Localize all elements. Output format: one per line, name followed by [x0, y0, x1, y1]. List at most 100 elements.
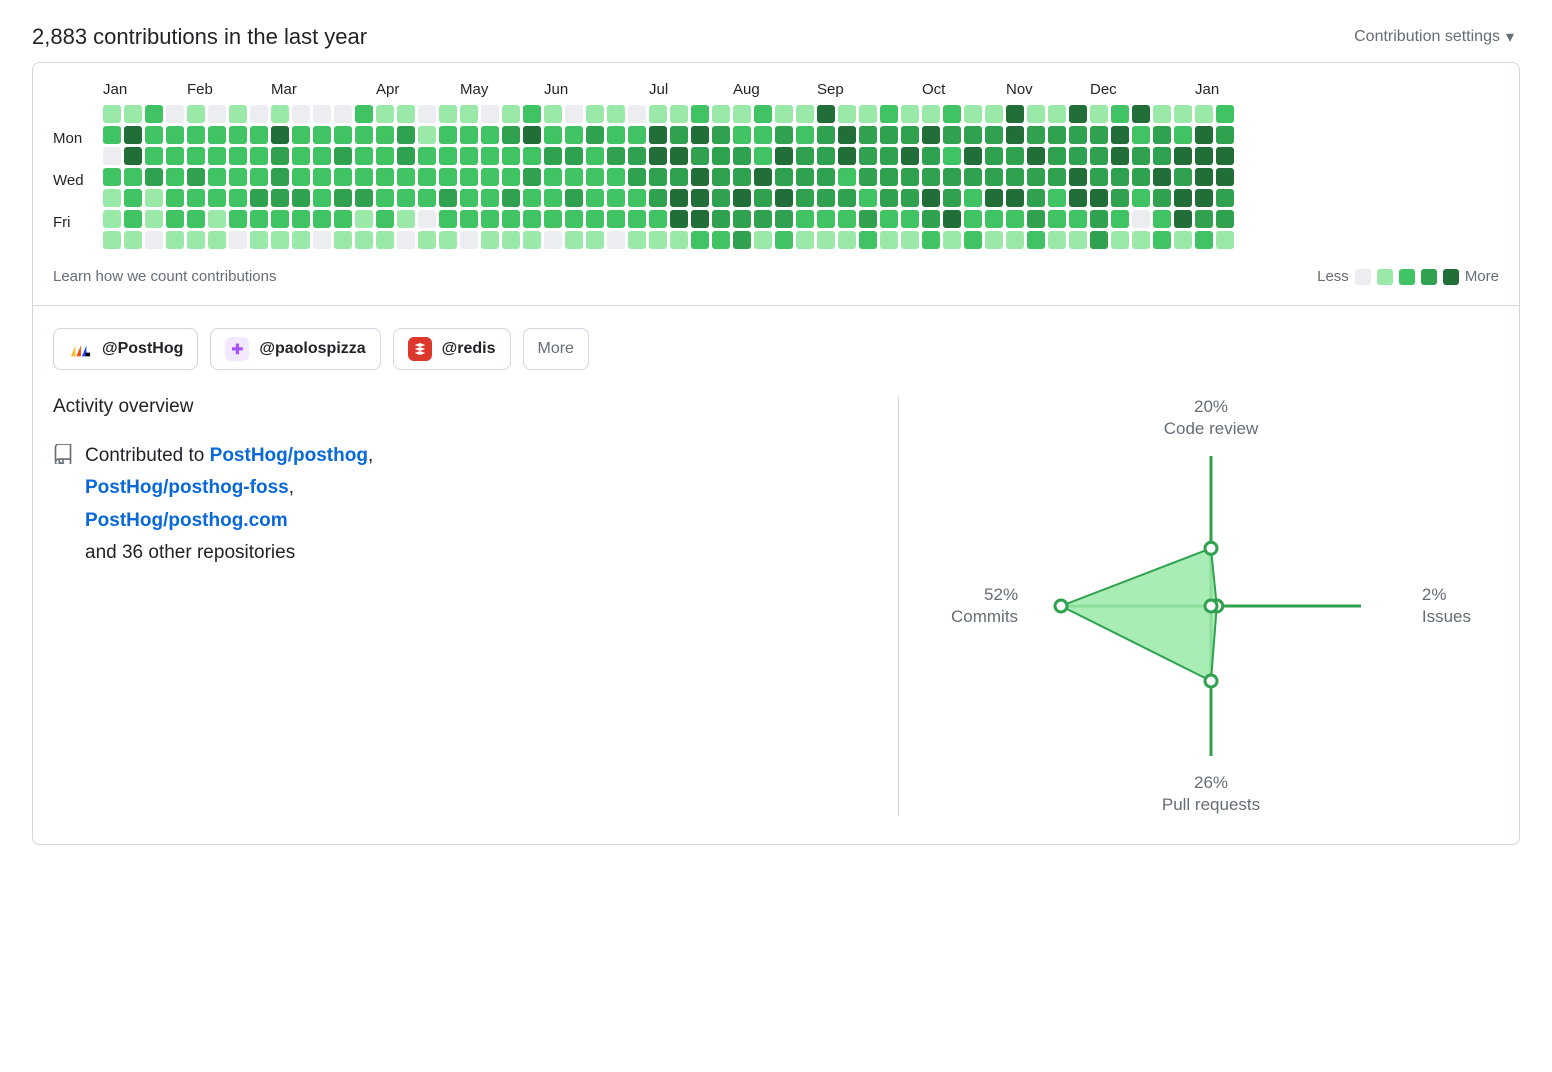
- contribution-cell[interactable]: [670, 147, 688, 165]
- contribution-cell[interactable]: [1048, 147, 1066, 165]
- contribution-cell[interactable]: [817, 126, 835, 144]
- contribution-cell[interactable]: [670, 189, 688, 207]
- contribution-cell[interactable]: [733, 105, 751, 123]
- contribution-cell[interactable]: [103, 189, 121, 207]
- contribution-cell[interactable]: [586, 126, 604, 144]
- contribution-cell[interactable]: [397, 210, 415, 228]
- contribution-cell[interactable]: [838, 210, 856, 228]
- contribution-cell[interactable]: [964, 147, 982, 165]
- contribution-cell[interactable]: [1090, 147, 1108, 165]
- contribution-cell[interactable]: [187, 168, 205, 186]
- contribution-cell[interactable]: [502, 105, 520, 123]
- contribution-cell[interactable]: [775, 189, 793, 207]
- contribution-cell[interactable]: [187, 210, 205, 228]
- contribution-cell[interactable]: [922, 168, 940, 186]
- contribution-cell[interactable]: [460, 168, 478, 186]
- contribution-cell[interactable]: [1195, 210, 1213, 228]
- contribution-cell[interactable]: [250, 189, 268, 207]
- contribution-cell[interactable]: [397, 147, 415, 165]
- contribution-cell[interactable]: [943, 189, 961, 207]
- contribution-cell[interactable]: [481, 168, 499, 186]
- contribution-cell[interactable]: [208, 210, 226, 228]
- contribution-cell[interactable]: [229, 147, 247, 165]
- contribution-cell[interactable]: [334, 126, 352, 144]
- contribution-cell[interactable]: [691, 210, 709, 228]
- contribution-cell[interactable]: [817, 189, 835, 207]
- contribution-cell[interactable]: [796, 105, 814, 123]
- contribution-cell[interactable]: [460, 210, 478, 228]
- repo-link[interactable]: PostHog/posthog.com: [85, 510, 288, 531]
- contribution-cell[interactable]: [1132, 105, 1150, 123]
- contribution-cell[interactable]: [901, 105, 919, 123]
- contribution-cell[interactable]: [481, 147, 499, 165]
- contribution-cell[interactable]: [1132, 189, 1150, 207]
- contribution-cell[interactable]: [733, 126, 751, 144]
- contribution-cell[interactable]: [649, 231, 667, 249]
- contribution-cell[interactable]: [880, 210, 898, 228]
- contribution-cell[interactable]: [187, 126, 205, 144]
- contribution-cell[interactable]: [418, 168, 436, 186]
- contribution-cell[interactable]: [166, 168, 184, 186]
- contribution-cell[interactable]: [775, 231, 793, 249]
- contribution-cell[interactable]: [376, 189, 394, 207]
- contribution-cell[interactable]: [565, 210, 583, 228]
- contribution-cell[interactable]: [985, 126, 1003, 144]
- contribution-cell[interactable]: [124, 147, 142, 165]
- contribution-cell[interactable]: [376, 210, 394, 228]
- contribution-cell[interactable]: [145, 168, 163, 186]
- contribution-cell[interactable]: [733, 168, 751, 186]
- contribution-cell[interactable]: [313, 147, 331, 165]
- contribution-cell[interactable]: [187, 105, 205, 123]
- contribution-cell[interactable]: [439, 147, 457, 165]
- contribution-cell[interactable]: [103, 126, 121, 144]
- contribution-cell[interactable]: [1174, 126, 1192, 144]
- contribution-cell[interactable]: [1111, 105, 1129, 123]
- contribution-cell[interactable]: [901, 189, 919, 207]
- contribution-cell[interactable]: [124, 105, 142, 123]
- contribution-cell[interactable]: [985, 105, 1003, 123]
- contribution-cell[interactable]: [124, 231, 142, 249]
- contribution-cell[interactable]: [1153, 210, 1171, 228]
- contribution-cell[interactable]: [880, 168, 898, 186]
- contribution-cell[interactable]: [544, 210, 562, 228]
- contribution-cell[interactable]: [1111, 210, 1129, 228]
- contribution-cell[interactable]: [1216, 126, 1234, 144]
- contribution-cell[interactable]: [103, 210, 121, 228]
- contribution-cell[interactable]: [754, 168, 772, 186]
- contribution-cell[interactable]: [502, 168, 520, 186]
- contribution-cell[interactable]: [964, 126, 982, 144]
- contribution-cell[interactable]: [712, 168, 730, 186]
- contribution-cell[interactable]: [271, 168, 289, 186]
- contribution-cell[interactable]: [208, 231, 226, 249]
- contribution-cell[interactable]: [796, 210, 814, 228]
- contribution-cell[interactable]: [628, 210, 646, 228]
- learn-contributions-link[interactable]: Learn how we count contributions: [53, 268, 276, 285]
- contribution-cell[interactable]: [1153, 105, 1171, 123]
- contribution-cell[interactable]: [796, 126, 814, 144]
- contribution-cell[interactable]: [355, 168, 373, 186]
- contribution-cell[interactable]: [292, 210, 310, 228]
- contribution-cell[interactable]: [355, 231, 373, 249]
- contribution-cell[interactable]: [859, 231, 877, 249]
- contribution-cell[interactable]: [838, 231, 856, 249]
- contribution-cell[interactable]: [1090, 126, 1108, 144]
- contribution-cell[interactable]: [292, 168, 310, 186]
- contribution-cell[interactable]: [1153, 189, 1171, 207]
- contribution-cell[interactable]: [670, 126, 688, 144]
- contribution-cell[interactable]: [649, 126, 667, 144]
- contribution-cell[interactable]: [271, 126, 289, 144]
- contribution-cell[interactable]: [922, 189, 940, 207]
- contribution-cell[interactable]: [439, 231, 457, 249]
- contribution-cell[interactable]: [145, 189, 163, 207]
- contribution-cell[interactable]: [796, 189, 814, 207]
- contribution-cell[interactable]: [1195, 147, 1213, 165]
- contribution-cell[interactable]: [460, 105, 478, 123]
- contribution-cell[interactable]: [460, 189, 478, 207]
- contribution-cell[interactable]: [1153, 147, 1171, 165]
- contribution-cell[interactable]: [901, 231, 919, 249]
- repo-link[interactable]: PostHog/posthog-foss: [85, 477, 289, 498]
- contribution-cell[interactable]: [145, 231, 163, 249]
- contribution-cell[interactable]: [166, 231, 184, 249]
- contribution-cell[interactable]: [397, 168, 415, 186]
- contribution-cell[interactable]: [1216, 189, 1234, 207]
